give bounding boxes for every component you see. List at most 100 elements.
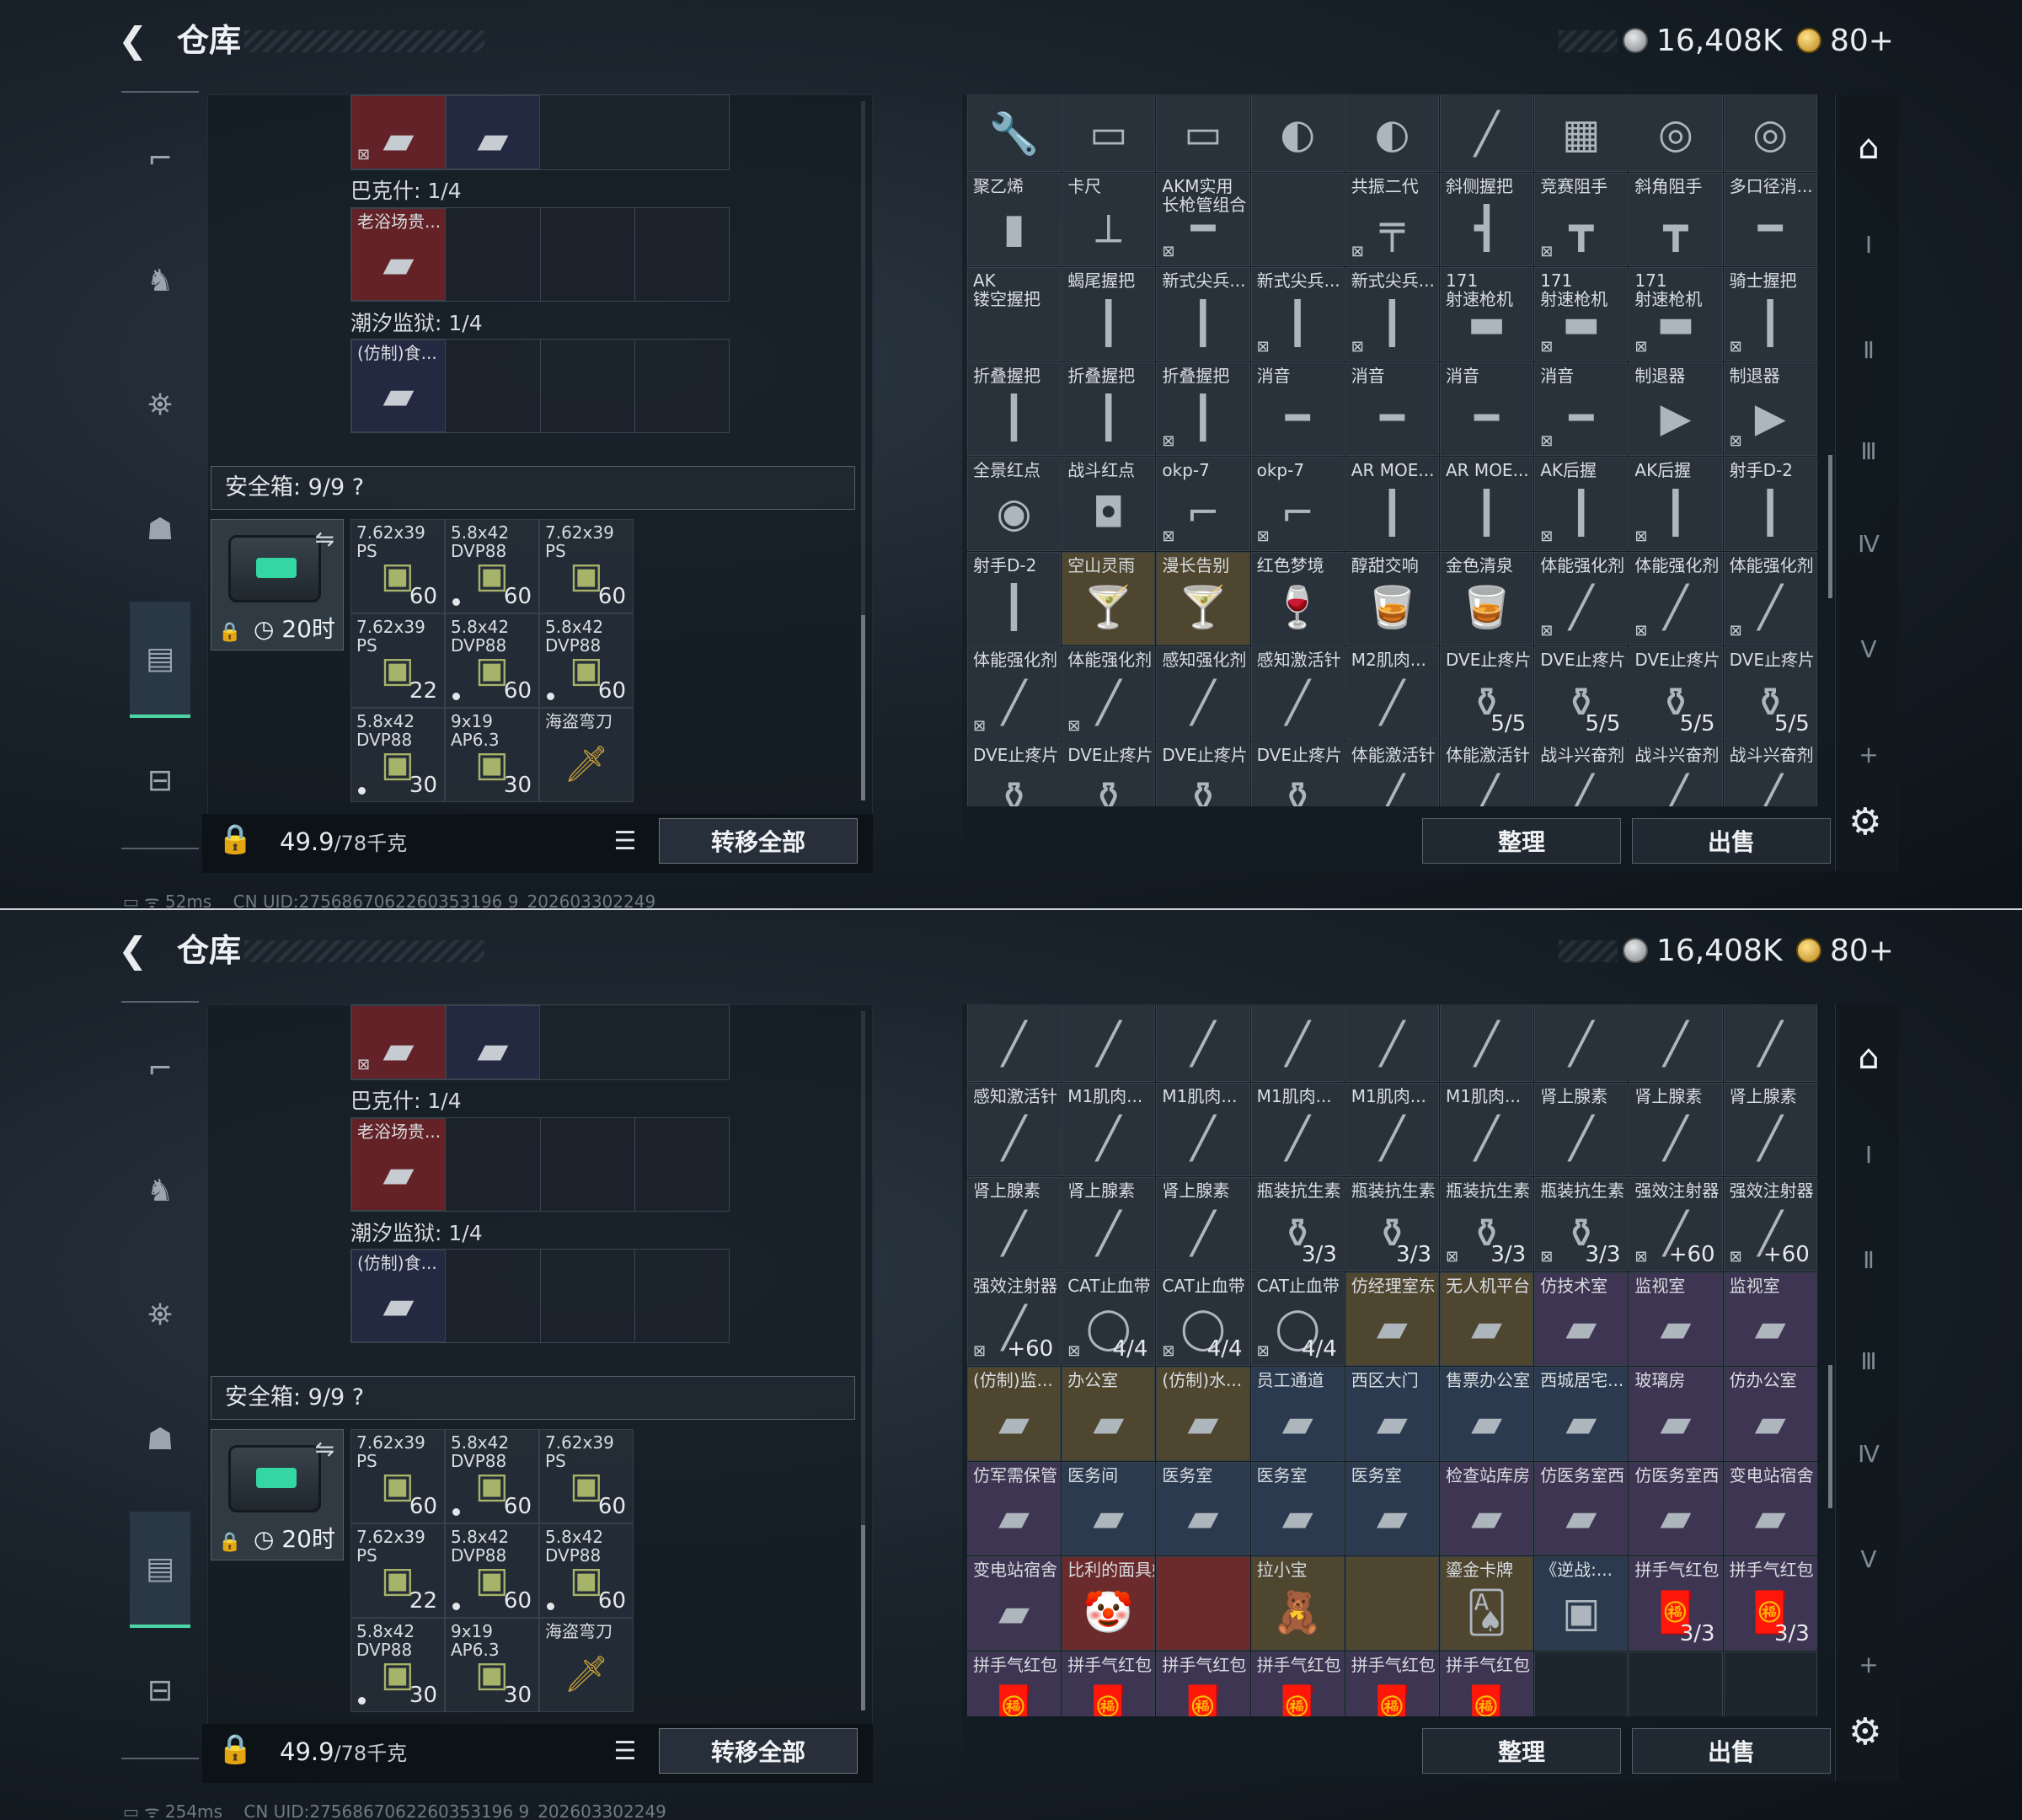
swap-icon[interactable]: ⇋ [315, 1435, 334, 1463]
warehouse-item[interactable]: 战斗兴奋剂 ╱ [1629, 741, 1723, 806]
warehouse-scrollbar[interactable] [1828, 1365, 1832, 1508]
keycard-slot[interactable]: ▰ ⊠ [351, 95, 446, 169]
warehouse-item[interactable]: 消音 ━ [1345, 361, 1439, 456]
warehouse-item[interactable]: DVE止疼片 ⚱ [1062, 741, 1156, 806]
safe-box-item[interactable]: 5.8x42 DVP88 ▣ 60 [445, 613, 539, 708]
warehouse-item[interactable]: okp-7 ⌐ ⊠ [1156, 457, 1250, 551]
add-tab-icon[interactable]: + [1848, 733, 1890, 775]
list-view-button[interactable]: ☰ [607, 822, 644, 859]
warehouse-item[interactable]: 折叠握把 ┃ [1062, 361, 1156, 456]
back-arrow-icon[interactable]: ❮ [118, 19, 160, 62]
home-tab-icon[interactable]: ⌂ [1848, 1036, 1890, 1079]
warehouse-item[interactable]: 射手D-2 ┃ [1723, 457, 1817, 551]
list-view-button[interactable]: ☰ [607, 1732, 644, 1769]
warehouse-item[interactable]: 鎏金卡牌 🂡 [1440, 1556, 1534, 1651]
warehouse-item[interactable]: 瓶装抗生素 ⚱ 3/3 ⊠ [1440, 1177, 1534, 1271]
warehouse-item[interactable]: DVE止疼片 ⚱ 5/5 [1629, 646, 1723, 741]
sell-button[interactable]: 出售 [1632, 818, 1831, 864]
warehouse-item[interactable]: 拼手气红包🧧3/3 [1062, 1651, 1156, 1716]
warehouse-item[interactable]: AK后握 ┃ ⊠ [1534, 457, 1629, 551]
tab-5-icon[interactable]: Ⅳ [1848, 522, 1890, 565]
gear-icon[interactable]: ⚙ [1848, 800, 1881, 843]
warehouse-item[interactable]: ╱ [1440, 94, 1534, 172]
warehouse-item[interactable]: 肾上腺素 ╱ [1156, 1177, 1250, 1271]
warehouse-item[interactable]: 制退器 ▶ [1629, 361, 1723, 456]
warehouse-item[interactable]: 体能强化剂 ╱ ⊠ [1062, 646, 1156, 741]
warehouse-item[interactable]: 肾上腺素 ╱ [1534, 1082, 1629, 1176]
warehouse-item[interactable]: 消音 ━ [1250, 361, 1345, 456]
safe-box-item[interactable]: 7.62x39 PS ▣ 60 [350, 519, 445, 613]
warehouse-item[interactable]: 办公室 ▰ [1062, 1367, 1156, 1461]
warehouse-item[interactable] [1345, 1556, 1439, 1651]
warehouse-item[interactable]: 无人机平台 ▰ [1440, 1271, 1534, 1366]
warehouse-item[interactable]: 医务间 ▰ [1062, 1461, 1156, 1555]
tab-2-icon[interactable]: Ⅰ [1848, 223, 1890, 265]
warehouse-item[interactable]: ╱ [1723, 1004, 1817, 1082]
warehouse-item[interactable]: ▭ [1156, 94, 1250, 172]
safe-box[interactable]: ⇋ 🔒 ◷ 20时 [211, 519, 344, 650]
warehouse-item[interactable]: 检查站库房 ▰ [1440, 1461, 1534, 1555]
warehouse-item[interactable]: DVE止疼片 ⚱ [967, 741, 1062, 806]
warehouse-item[interactable]: 新式尖兵... ┃ ⊠ [1250, 267, 1345, 361]
safe-box-item[interactable]: 9x19 AP6.3 ▣ 30 [445, 1618, 539, 1712]
backpack-icon[interactable]: ⛯ [130, 1285, 190, 1346]
warehouse-item[interactable]: AKM实用 长枪管组合 ━ ⊠ [1156, 172, 1250, 266]
warehouse-item[interactable]: 肾上腺素 ╱ [1629, 1082, 1723, 1176]
gun-icon[interactable]: ⌐ [130, 128, 190, 189]
safe-box-item[interactable]: 海盗弯刀 🗡 [539, 1618, 634, 1712]
warehouse-item[interactable]: M2肌肉... ╱ [1345, 646, 1439, 741]
container-icon[interactable]: ▤ [130, 602, 190, 718]
warehouse-item[interactable]: CAT止血带 ◯ 4/4 ⊠ [1250, 1271, 1345, 1366]
warehouse-item[interactable]: 强效注射器 ╱ +60 ⊠ [967, 1271, 1062, 1366]
keycard-slot[interactable]: ▰ [446, 1005, 540, 1079]
back-arrow-icon[interactable]: ❮ [118, 929, 160, 972]
warehouse-item[interactable]: 制退器 ▶ ⊠ [1723, 361, 1817, 456]
warehouse-item[interactable]: 醇甜交响 🥃 [1345, 551, 1439, 645]
warehouse-item[interactable]: 金色清泉 🥃 [1440, 551, 1534, 645]
warehouse-item[interactable] [1156, 1556, 1250, 1651]
warehouse-item[interactable]: 体能强化剂 ╱ ⊠ [1534, 551, 1629, 645]
warehouse-item[interactable]: 折叠握把 ┃ [967, 361, 1062, 456]
safe-box-item[interactable]: 5.8x42 DVP88 ▣ 60 [445, 1429, 539, 1523]
warehouse-item[interactable]: 《逆战:... ▣ [1534, 1556, 1629, 1651]
sell-button[interactable]: 出售 [1632, 1728, 1831, 1774]
warehouse-item[interactable]: 171 射速枪机 ▬ ⊠ [1534, 267, 1629, 361]
warehouse-item[interactable]: AR MOE... ┃ [1345, 457, 1439, 551]
warehouse-item[interactable]: 西城居宅... ▰ [1534, 1367, 1629, 1461]
warehouse-item[interactable]: ◐ [1250, 94, 1345, 172]
gun-icon[interactable]: ⌐ [130, 1038, 190, 1099]
warehouse-item[interactable]: 战斗兴奋剂 ╱ [1723, 741, 1817, 806]
warehouse-item[interactable]: 斜侧握把 ┫ [1440, 172, 1534, 266]
tab-4-icon[interactable]: Ⅲ [1848, 430, 1890, 472]
warehouse-item[interactable]: 监视室 ▰ [1629, 1271, 1723, 1366]
warehouse-item[interactable]: (仿制)水... ▰ [1156, 1367, 1250, 1461]
tab-6-icon[interactable]: Ⅴ [1848, 628, 1890, 670]
warehouse-item[interactable]: CAT止血带 ◯ 4/4 ⊠ [1062, 1271, 1156, 1366]
keycard-slot[interactable]: ▰ ⊠ [351, 1005, 446, 1079]
safe-box-item[interactable]: 7.62x39 PS ▣ 60 [539, 1429, 634, 1523]
tab-2-icon[interactable]: Ⅰ [1848, 1133, 1890, 1175]
safe-box-item[interactable]: 7.62x39 PS ▣ 60 [350, 1429, 445, 1523]
safe-box-item[interactable]: 7.62x39 PS ▣ 22 [350, 1523, 445, 1618]
warehouse-item[interactable]: ╱ [1062, 1004, 1156, 1082]
warehouse-item[interactable]: 骑士握把 ┃ ⊠ [1723, 267, 1817, 361]
warehouse-item[interactable]: 折叠握把 ┃ ⊠ [1156, 361, 1250, 456]
warehouse-item[interactable]: 体能激活针 ╱ [1345, 741, 1439, 806]
safe-box-item[interactable]: 5.8x42 DVP88 ▣ 30 [350, 708, 445, 802]
safe-box-item[interactable]: 5.8x42 DVP88 ▣ 30 [350, 1618, 445, 1712]
safe-box-item[interactable]: 5.8x42 DVP88 ▣ 60 [445, 1523, 539, 1618]
safe-box-item[interactable]: 7.62x39 PS ▣ 22 [350, 613, 445, 708]
warehouse-item[interactable]: ╱ [1156, 1004, 1250, 1082]
warehouse-item[interactable]: 空山灵雨 🍸 [1062, 551, 1156, 645]
keycard-slot[interactable]: 老浴场贵... ▰ [351, 208, 446, 301]
tab-5-icon[interactable]: Ⅳ [1848, 1432, 1890, 1475]
keycard-slot[interactable]: 老浴场贵... ▰ [351, 1118, 446, 1211]
warehouse-item[interactable]: DVE止疼片 ⚱ [1250, 741, 1345, 806]
warehouse-item[interactable]: 171 射速枪机 ▬ ⊠ [1629, 267, 1723, 361]
warehouse-item[interactable]: 体能强化剂 ╱ ⊠ [967, 646, 1062, 741]
helmet-icon[interactable]: ☗ [130, 1409, 190, 1469]
container-icon[interactable]: ▤ [130, 1512, 190, 1628]
warehouse-item[interactable]: M1肌肉... ╱ [1062, 1082, 1156, 1176]
keycard-slot[interactable]: (仿制)食... ▰ [351, 1250, 446, 1342]
armor-icon[interactable]: ♞ [130, 1160, 190, 1221]
